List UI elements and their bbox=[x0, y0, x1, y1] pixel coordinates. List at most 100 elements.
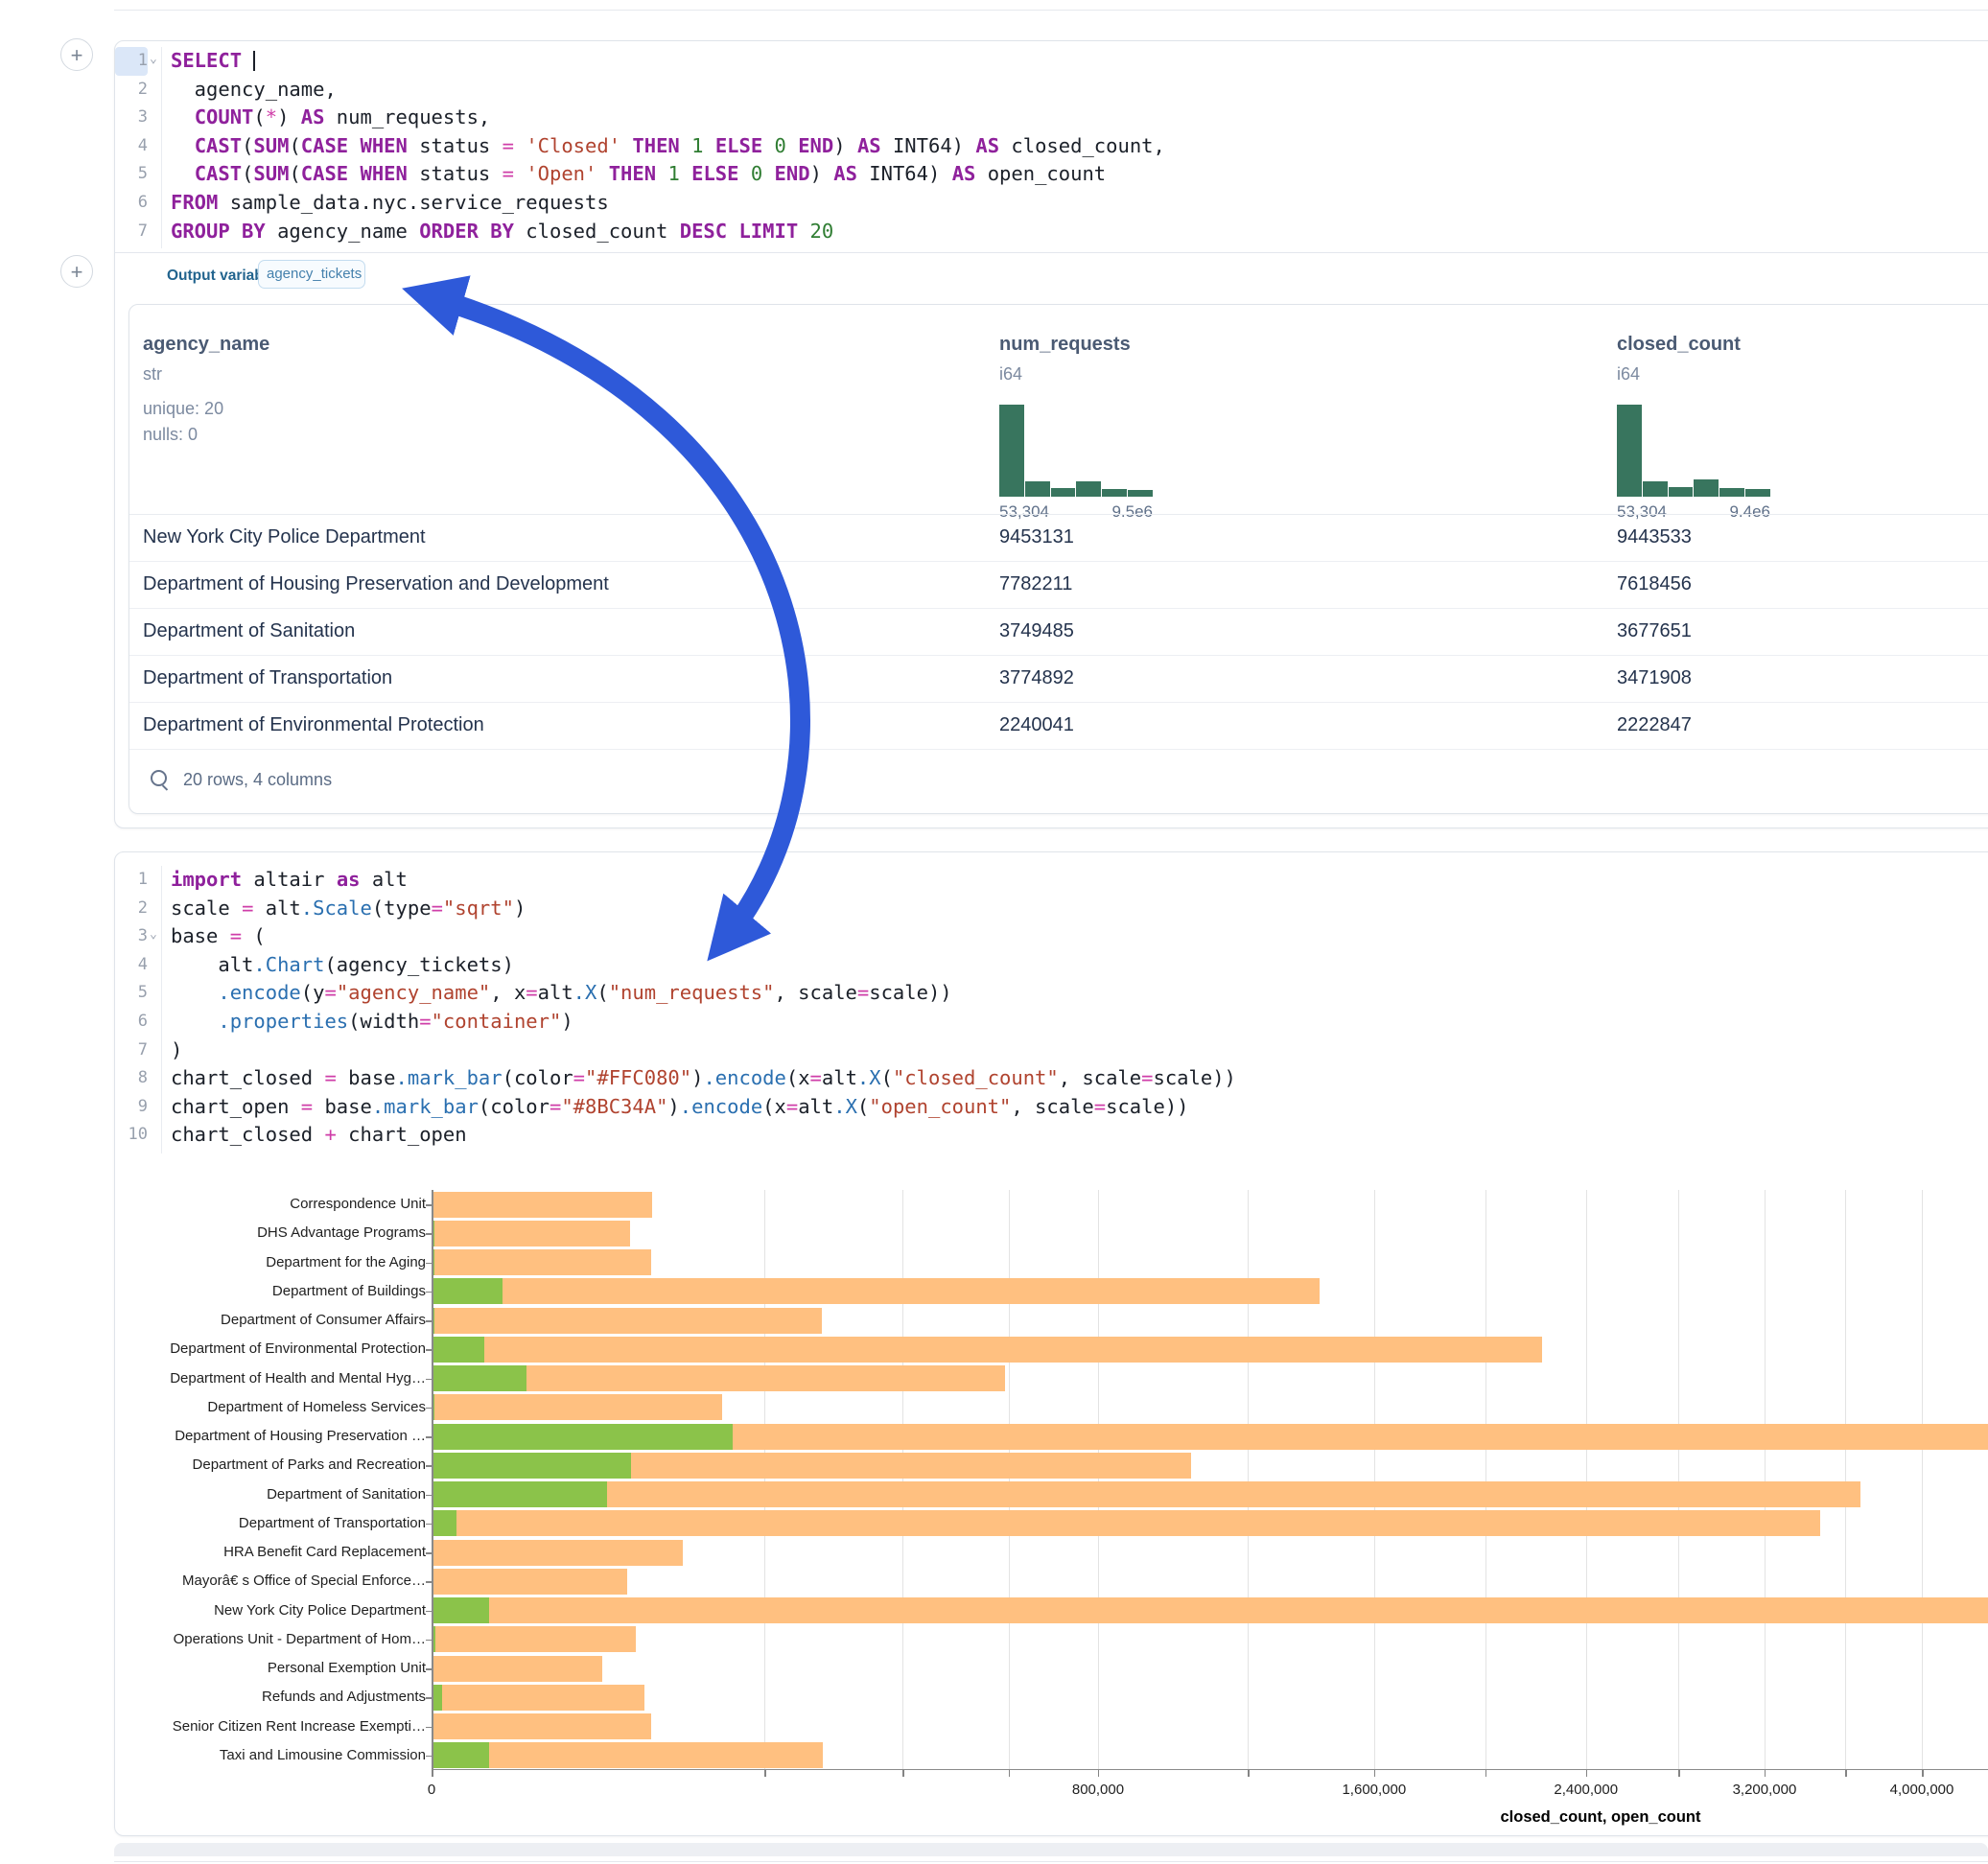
gridline bbox=[1845, 1190, 1846, 1770]
chart-y-label: Department of Consumer Affairs bbox=[121, 1306, 426, 1335]
code-line[interactable]: 4 alt.Chart(agency_tickets) bbox=[115, 951, 1988, 980]
code-line[interactable]: 1⌄SELECT bbox=[115, 47, 1988, 76]
add-cell-button[interactable]: + bbox=[60, 38, 93, 71]
chart-y-label: Senior Citizen Rent Increase Exempti… bbox=[121, 1713, 426, 1741]
column-type: i64 bbox=[999, 364, 1022, 384]
chart-y-label: Mayorâ€ s Office of Special Enforce… bbox=[121, 1567, 426, 1596]
chart-y-label: New York City Police Department bbox=[121, 1596, 426, 1625]
chart-x-label: 0 bbox=[428, 1782, 435, 1798]
sql-cell: 1⌄SELECT 2 agency_name,3 COUNT(*) AS num… bbox=[114, 40, 1988, 828]
code-line[interactable]: 10chart_closed + chart_open bbox=[115, 1121, 1988, 1150]
column-header[interactable]: closed_count bbox=[1617, 334, 1741, 356]
bar-open-count bbox=[432, 1510, 456, 1536]
bar-open-count bbox=[432, 1337, 484, 1363]
table-cell: 3749485 bbox=[999, 608, 1074, 655]
chart-y-label: DHS Advantage Programs bbox=[121, 1219, 426, 1247]
fold-chevron-icon[interactable]: ⌄ bbox=[150, 45, 157, 74]
x-tick bbox=[1586, 1770, 1588, 1777]
chart-plot-area bbox=[432, 1190, 1988, 1770]
line-number: 1 bbox=[115, 866, 148, 895]
column-header[interactable]: agency_name bbox=[143, 334, 269, 356]
code-line[interactable]: 2 agency_name, bbox=[115, 76, 1988, 105]
table-row: New York City Police Department945313194… bbox=[129, 514, 1988, 562]
bar-closed-count bbox=[432, 1742, 823, 1768]
code-line[interactable]: 7) bbox=[115, 1037, 1988, 1065]
chart-x-label: 800,000 bbox=[1072, 1782, 1124, 1798]
gridline bbox=[1009, 1190, 1010, 1770]
chart-y-label: Department of Transportation bbox=[121, 1509, 426, 1538]
chart-y-label: Refunds and Adjustments bbox=[121, 1683, 426, 1712]
line-number: 10 bbox=[115, 1121, 148, 1150]
column-type: str bbox=[143, 364, 162, 384]
chart-y-label: Personal Exemption Unit bbox=[121, 1654, 426, 1683]
python-editor[interactable]: 1import altair as alt2scale = alt.Scale(… bbox=[115, 866, 1988, 1153]
bar-open-count bbox=[432, 1742, 489, 1768]
bar-open-count bbox=[432, 1453, 631, 1479]
code-line[interactable]: 1import altair as alt bbox=[115, 866, 1988, 895]
table-preview-card: agency_namestrunique: 20nulls: 0num_requ… bbox=[129, 304, 1988, 814]
gridline bbox=[1098, 1190, 1099, 1770]
table-cell: 2240041 bbox=[999, 702, 1074, 749]
bar-open-count bbox=[432, 1278, 503, 1304]
table-cell: Department of Environmental Protection bbox=[143, 702, 484, 749]
bar-open-count bbox=[432, 1424, 733, 1450]
code-line[interactable]: 5 CAST(SUM(CASE WHEN status = 'Open' THE… bbox=[115, 160, 1988, 189]
bar-closed-count bbox=[432, 1278, 1320, 1304]
table-cell: 2222847 bbox=[1617, 702, 1692, 749]
python-cell: 1import altair as alt2scale = alt.Scale(… bbox=[114, 851, 1988, 1836]
x-tick bbox=[432, 1770, 433, 1777]
bar-closed-count bbox=[432, 1656, 602, 1682]
table-row: Department of Transportation377489234719… bbox=[129, 655, 1988, 703]
chart-x-label: 1,600,000 bbox=[1342, 1782, 1406, 1798]
line-number: 7 bbox=[115, 1037, 148, 1065]
line-number: 9 bbox=[115, 1093, 148, 1122]
column-stat: unique: 20 bbox=[143, 399, 223, 419]
chart-y-label: Department of Health and Mental Hyg… bbox=[121, 1364, 426, 1393]
code-line[interactable]: 4 CAST(SUM(CASE WHEN status = 'Closed' T… bbox=[115, 132, 1988, 161]
fold-chevron-icon[interactable]: ⌄ bbox=[150, 920, 157, 949]
editor-output-divider bbox=[115, 252, 1988, 253]
code-line[interactable]: 8chart_closed = base.mark_bar(color="#FF… bbox=[115, 1064, 1988, 1093]
x-tick bbox=[1098, 1770, 1100, 1777]
code-line[interactable]: 6FROM sample_data.nyc.service_requests bbox=[115, 189, 1988, 218]
table-row: Department of Environmental Protection 22… bbox=[129, 702, 1988, 750]
bar-closed-count bbox=[432, 1481, 1860, 1507]
chart-y-label: Operations Unit - Department of Hom… bbox=[121, 1625, 426, 1654]
code-line[interactable]: 9chart_open = base.mark_bar(color="#8BC3… bbox=[115, 1093, 1988, 1122]
bar-closed-count bbox=[432, 1221, 630, 1247]
code-line[interactable]: 3⌄base = ( bbox=[115, 922, 1988, 951]
code-line[interactable]: 7GROUP BY agency_name ORDER BY closed_co… bbox=[115, 218, 1988, 246]
bar-closed-count bbox=[432, 1713, 651, 1739]
x-tick bbox=[1845, 1770, 1847, 1777]
x-axis-line bbox=[432, 1769, 1988, 1771]
next-cell-divider bbox=[114, 1861, 1988, 1862]
chart-x-label: 4,000,000 bbox=[1890, 1782, 1954, 1798]
chart-y-label: Correspondence Unit bbox=[121, 1190, 426, 1219]
add-cell-button[interactable]: + bbox=[60, 255, 93, 288]
chart-y-label: Department of Housing Preservation … bbox=[121, 1422, 426, 1451]
bar-closed-count bbox=[432, 1510, 1820, 1536]
search-icon[interactable] bbox=[151, 770, 167, 786]
gridline bbox=[1922, 1190, 1923, 1770]
column-histogram bbox=[999, 405, 1153, 497]
gridline bbox=[1374, 1190, 1375, 1770]
code-line[interactable]: 2scale = alt.Scale(type="sqrt") bbox=[115, 895, 1988, 923]
line-number: 1 bbox=[115, 47, 148, 76]
line-number: 5 bbox=[115, 160, 148, 189]
table-cell: 9453131 bbox=[999, 514, 1074, 561]
table-row-count: 20 rows, 4 columns bbox=[183, 770, 332, 790]
bar-closed-count bbox=[432, 1394, 722, 1420]
gridline bbox=[902, 1190, 903, 1770]
output-variable-pill[interactable]: agency_tickets bbox=[258, 260, 365, 289]
code-line[interactable]: 6 .properties(width="container") bbox=[115, 1008, 1988, 1037]
code-line[interactable]: 3 COUNT(*) AS num_requests, bbox=[115, 104, 1988, 132]
code-line[interactable]: 5 .encode(y="agency_name", x=alt.X("num_… bbox=[115, 979, 1988, 1008]
chart-y-label: Department of Homeless Services bbox=[121, 1393, 426, 1422]
gridline bbox=[1765, 1190, 1766, 1770]
sql-editor[interactable]: 1⌄SELECT 2 agency_name,3 COUNT(*) AS num… bbox=[115, 47, 1988, 248]
column-header[interactable]: num_requests bbox=[999, 334, 1131, 356]
line-number: 3 bbox=[115, 104, 148, 132]
bar-open-count bbox=[432, 1365, 526, 1391]
text-cursor bbox=[253, 51, 255, 71]
x-tick bbox=[902, 1770, 904, 1777]
